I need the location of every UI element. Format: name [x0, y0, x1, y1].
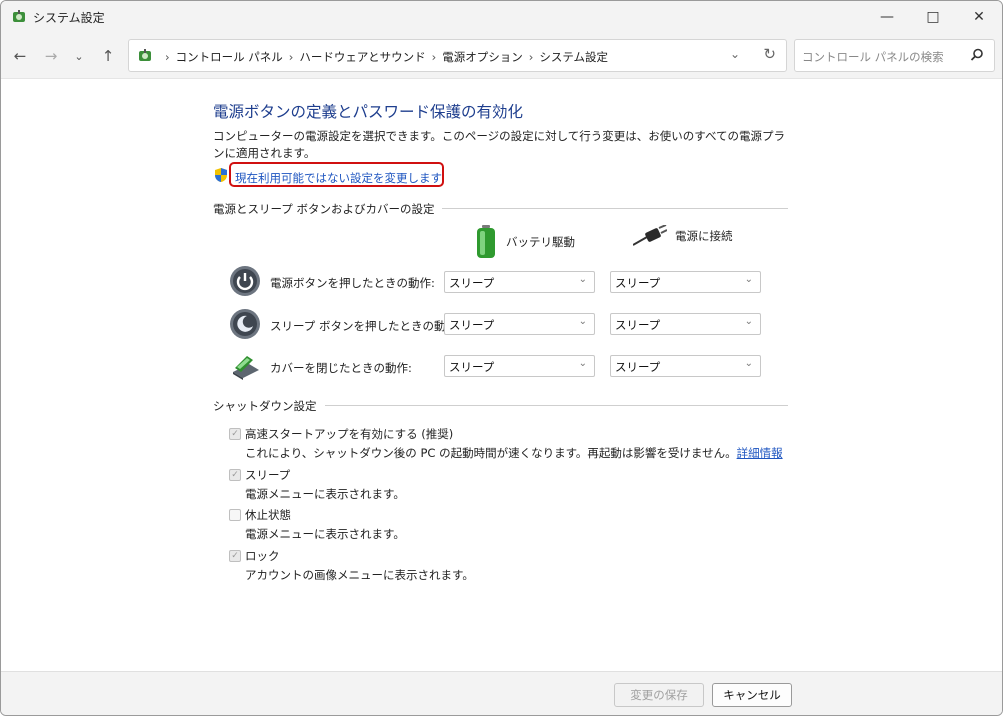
breadcrumb-item[interactable]: システム設定: [539, 50, 608, 64]
power-button-label: 電源ボタンを押したときの動作:: [270, 276, 435, 290]
save-changes-button[interactable]: 変更の保存: [614, 683, 704, 707]
control-panel-icon: [139, 49, 151, 61]
select-value: スリープ: [615, 318, 661, 332]
breadcrumb-separator: ›: [288, 50, 294, 64]
power-button-icon: [230, 266, 260, 296]
chevron-down-icon: ⌄: [578, 358, 587, 369]
sleep-button-icon: [230, 309, 260, 339]
back-button[interactable]: ←: [9, 45, 31, 67]
select-value: スリープ: [615, 360, 661, 374]
select-value: スリープ: [615, 276, 661, 290]
chevron-down-icon: ⌄: [578, 316, 587, 327]
page-description: コンピューターの電源設定を選択できます。このページの設定に対して行う変更は、お使…: [213, 129, 786, 160]
lock-description: アカウントの画像メニューに表示されます。: [245, 568, 474, 582]
battery-column-header: バッテリ駆動: [475, 225, 575, 259]
window: システム設定 — □ ✕ ← → ⌄ ↑ › コントロール パネル › ハードウェアと…: [0, 0, 1003, 716]
window-title: システム設定: [33, 11, 105, 25]
checkbox[interactable]: ✓: [229, 428, 241, 440]
title-bar: システム設定 — □ ✕: [1, 1, 1002, 33]
up-button[interactable]: ↑: [97, 45, 119, 67]
plugged-column-label: 電源に接続: [675, 229, 733, 243]
uac-shield-icon: [215, 168, 227, 182]
refresh-icon[interactable]: ↻: [763, 45, 776, 63]
footer-bar: 変更の保存 キャンセル: [1, 671, 1002, 715]
sleep-description: 電源メニューに表示されます。: [245, 487, 405, 501]
select-value: スリープ: [449, 276, 495, 290]
chevron-down-icon: ⌄: [744, 316, 753, 327]
sleep-label: スリープ: [245, 468, 291, 482]
breadcrumb-item[interactable]: コントロール パネル: [176, 50, 283, 64]
control-panel-icon: [13, 10, 25, 22]
sleep-button-plugged-select[interactable]: スリープ ⌄: [610, 313, 761, 335]
more-info-link[interactable]: 詳細情報: [737, 446, 783, 460]
minimize-button[interactable]: —: [864, 1, 910, 33]
sleep-button-label: スリープ ボタンを押したときの動作:: [270, 319, 461, 333]
plugged-column-header: 電源に接続: [633, 225, 733, 247]
chevron-down-icon: ⌄: [578, 274, 587, 285]
hibernate-label: 休止状態: [245, 508, 291, 522]
lock-checkbox[interactable]: ✓ ロック: [229, 548, 280, 564]
page-title: 電源ボタンの定義とパスワード保護の有効化: [213, 103, 524, 121]
breadcrumb-item[interactable]: ハードウェアとサウンド: [299, 50, 425, 64]
fast-startup-checkbox[interactable]: ✓ 高速スタートアップを有効にする (推奨): [229, 426, 453, 442]
main-content: 電源ボタンの定義とパスワード保護の有効化 コンピューターの電源設定を選択できます…: [1, 80, 1002, 671]
breadcrumb-separator: ›: [528, 50, 534, 64]
hibernate-checkbox[interactable]: 休止状態: [229, 507, 291, 523]
cancel-button[interactable]: キャンセル: [712, 683, 792, 707]
checkbox[interactable]: [229, 509, 241, 521]
checkbox[interactable]: ✓: [229, 550, 241, 562]
lid-close-label: カバーを閉じたときの動作:: [270, 361, 412, 375]
battery-icon: [477, 225, 495, 258]
lid-close-plugged-select[interactable]: スリープ ⌄: [610, 355, 761, 377]
breadcrumb: › コントロール パネル › ハードウェアとサウンド › 電源オプション › システム設定: [159, 49, 608, 65]
close-button[interactable]: ✕: [956, 1, 1002, 33]
select-value: スリープ: [449, 318, 495, 332]
power-section-title: 電源とスリープ ボタンおよびカバーの設定: [213, 201, 443, 217]
change-unavailable-settings-link[interactable]: 現在利用可能ではない設定を変更します: [235, 170, 442, 186]
lock-label: ロック: [245, 549, 280, 563]
address-bar[interactable]: › コントロール パネル › ハードウェアとサウンド › 電源オプション › システム設定 ⌄…: [128, 39, 787, 72]
checkbox[interactable]: ✓: [229, 469, 241, 481]
chevron-down-icon[interactable]: ⌄: [730, 47, 740, 61]
select-value: スリープ: [449, 360, 495, 374]
breadcrumb-separator: ›: [431, 50, 437, 64]
lid-close-battery-select[interactable]: スリープ ⌄: [444, 355, 595, 377]
hibernate-description: 電源メニューに表示されます。: [245, 527, 405, 541]
recent-locations-button[interactable]: ⌄: [68, 45, 90, 67]
search-placeholder: コントロール パネルの検索: [802, 50, 944, 64]
forward-button[interactable]: →: [40, 45, 62, 67]
navigation-bar: ← → ⌄ ↑ › コントロール パネル › ハードウェアとサウンド › 電源オプション ›…: [1, 33, 1002, 79]
laptop-lid-icon: [233, 356, 259, 380]
sleep-button-battery-select[interactable]: スリープ ⌄: [444, 313, 595, 335]
fast-startup-description: これにより、シャットダウン後の PC の起動時間が速くなります。再起動は影響を受…: [245, 445, 783, 461]
shutdown-section-title: シャットダウン設定: [213, 398, 325, 414]
breadcrumb-item[interactable]: 電源オプション: [442, 50, 523, 64]
search-input[interactable]: コントロール パネルの検索: [794, 39, 995, 72]
sleep-checkbox[interactable]: ✓ スリープ: [229, 467, 290, 483]
battery-column-label: バッテリ駆動: [506, 235, 575, 249]
power-button-battery-select[interactable]: スリープ ⌄: [444, 271, 595, 293]
chevron-down-icon: ⌄: [744, 274, 753, 285]
power-button-plugged-select[interactable]: スリープ ⌄: [610, 271, 761, 293]
breadcrumb-separator: ›: [165, 50, 170, 64]
maximize-button[interactable]: □: [910, 1, 956, 33]
power-plug-icon: [633, 225, 667, 246]
fast-startup-desc-text: これにより、シャットダウン後の PC の起動時間が速くなります。再起動は影響を受…: [245, 446, 737, 460]
fast-startup-label: 高速スタートアップを有効にする (推奨): [245, 427, 454, 441]
search-icon[interactable]: [969, 47, 985, 63]
chevron-down-icon: ⌄: [744, 358, 753, 369]
